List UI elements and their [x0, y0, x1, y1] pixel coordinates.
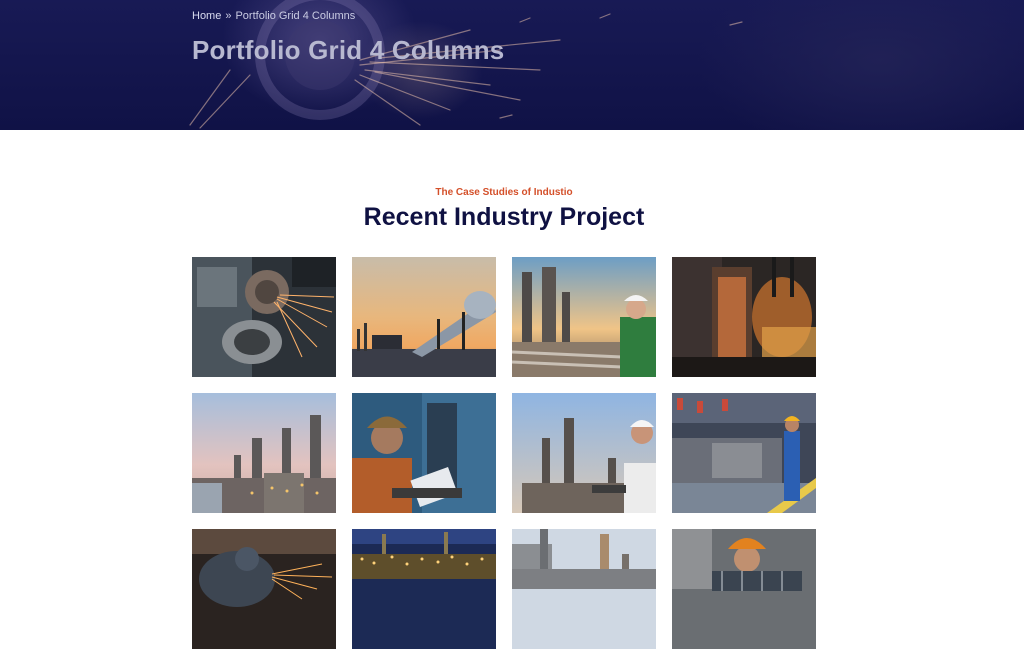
portfolio-item[interactable] [352, 529, 496, 649]
hero-background-sparks [189, 0, 743, 129]
page-title: Portfolio Grid 4 Columns [192, 35, 505, 65]
breadcrumb-current: Portfolio Grid 4 Columns [235, 10, 356, 22]
portfolio-item[interactable] [512, 257, 656, 377]
breadcrumb-separator: » [225, 10, 232, 22]
section-eyebrow: The Case Studies of Industio [435, 187, 573, 198]
breadcrumb: Home » Portfolio Grid 4 Columns [192, 10, 355, 22]
portfolio-image-engineer-blue-sky [512, 393, 656, 513]
portfolio-image-refinery-columns [512, 529, 656, 649]
portfolio-image-worker-laptop [352, 393, 496, 513]
breadcrumb-home-link[interactable]: Home [192, 10, 221, 22]
portfolio-image-refinery-dusk [192, 393, 336, 513]
portfolio-image-steel-mill-worker [672, 393, 816, 513]
portfolio-item[interactable] [352, 257, 496, 377]
portfolio-image-foundry [672, 257, 816, 377]
portfolio-item[interactable] [512, 529, 656, 649]
portfolio-grid [192, 257, 816, 649]
portfolio-image-engineer-refinery [512, 257, 656, 377]
portfolio-item[interactable] [672, 393, 816, 513]
portfolio-image-worker-orange-helmet [672, 529, 816, 649]
portfolio-image-welder-sparks [192, 529, 336, 649]
portfolio-image-pipeline-sunset [352, 257, 496, 377]
portfolio-item[interactable] [352, 393, 496, 513]
portfolio-item[interactable] [672, 257, 816, 377]
page-hero-banner: Home » Portfolio Grid 4 Columns Portfoli… [0, 0, 1024, 130]
section-title: Recent Industry Project [363, 203, 645, 231]
portfolio-image-refinery-night [352, 529, 496, 649]
portfolio-image-grinding-sparks [192, 257, 336, 377]
portfolio-item[interactable] [192, 393, 336, 513]
portfolio-item[interactable] [672, 529, 816, 649]
portfolio-item[interactable] [192, 257, 336, 377]
portfolio-item[interactable] [192, 529, 336, 649]
portfolio-item[interactable] [512, 393, 656, 513]
